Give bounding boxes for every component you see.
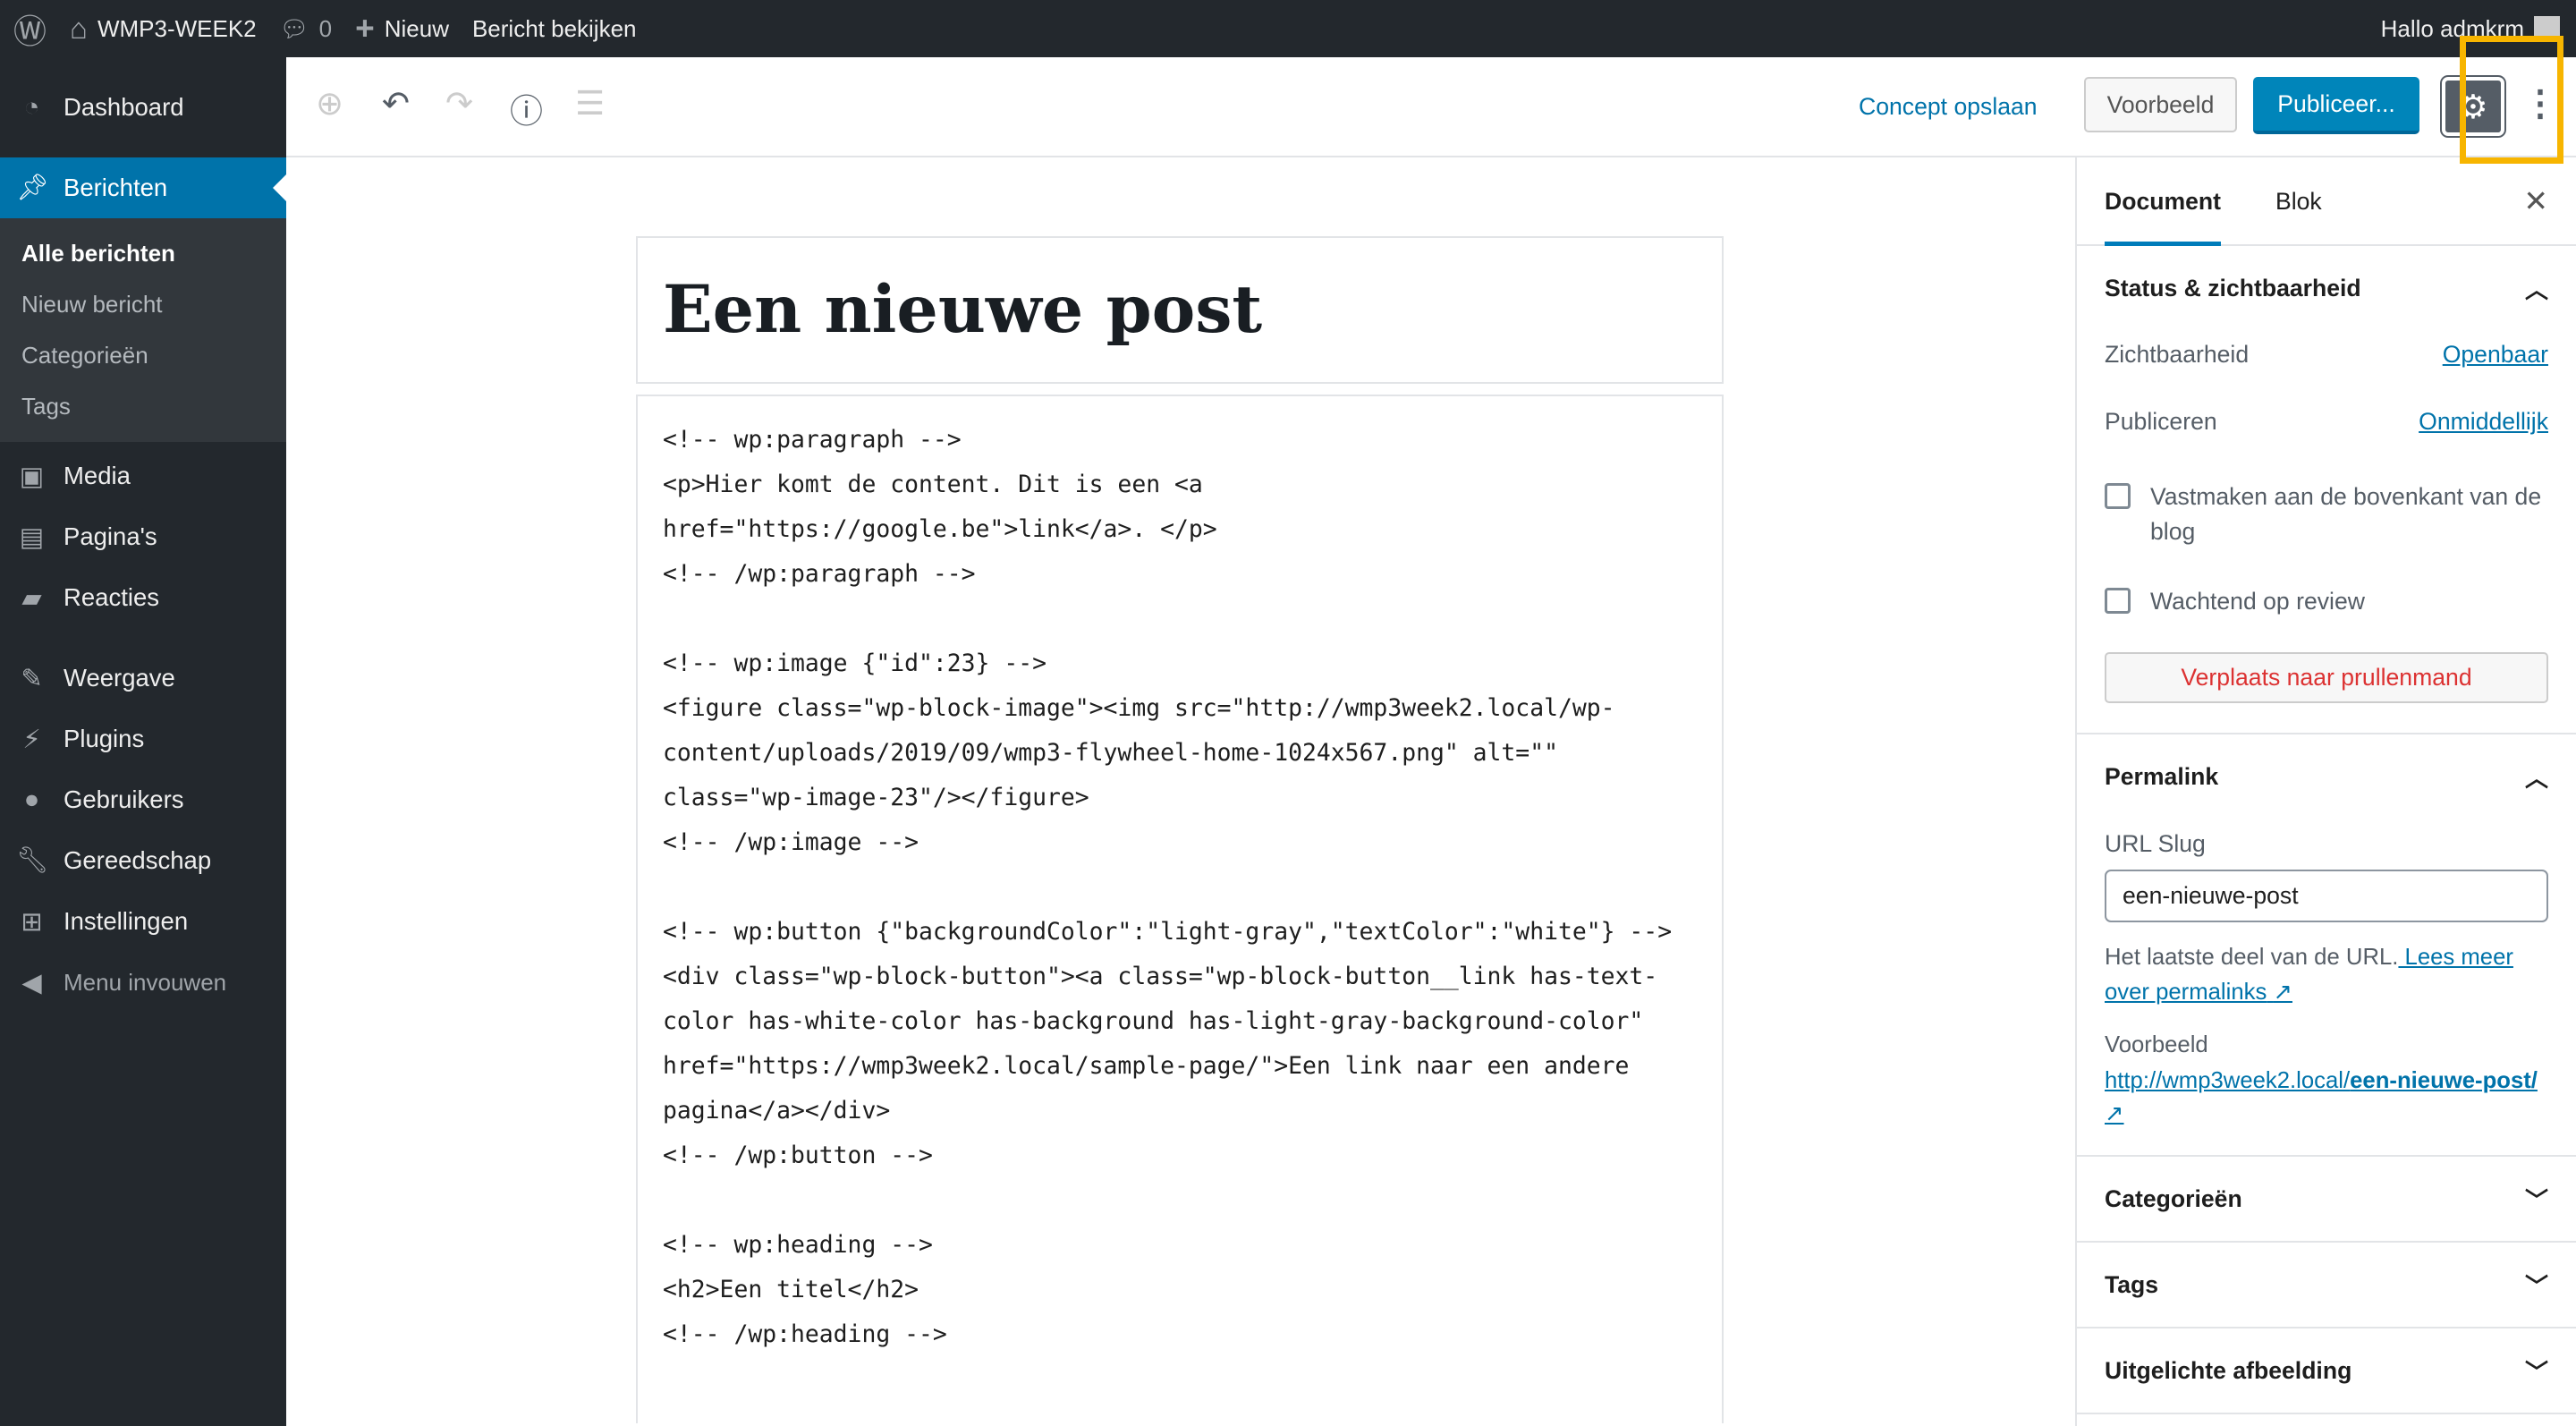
redo-icon[interactable]: ↷ (445, 84, 473, 123)
sidebar-item-plugins[interactable]: ⚡︎ Plugins (0, 709, 286, 769)
chevron-down-icon: ﹀ (2524, 1186, 2548, 1214)
sidebar-item-users[interactable]: ● Gebruikers (0, 769, 286, 830)
preview-url-label: Voorbeeld (2105, 1032, 2208, 1057)
sticky-label: Vastmaken aan de bovenkant van de blog (2150, 483, 2542, 545)
outline-icon[interactable]: ☰ (575, 84, 605, 123)
permalink-toggle[interactable]: Permalink ︿ (2077, 734, 2576, 819)
undo-icon[interactable]: ↶ (382, 84, 410, 123)
categories-section[interactable]: Categorieën ﹀ (2077, 1157, 2576, 1243)
user-icon: ● (23, 785, 40, 814)
submenu-categories[interactable]: Categorieën (0, 330, 286, 381)
site-link[interactable]: ⌂ WMP3-WEEK2 (70, 12, 257, 46)
sidebar-item-media[interactable]: ▣ Media (0, 446, 286, 506)
status-section: Status & zichtbaarheid ︿ Zichtbaarheid Ope… (2077, 246, 2576, 734)
highlight-box (2460, 36, 2563, 164)
collapse-icon: ◀ (21, 968, 42, 997)
new-link[interactable]: + Nieuw (355, 10, 449, 47)
permalink-section: Permalink ︿ URL Slug een-nieuwe-post Het … (2077, 734, 2576, 1157)
visibility-link[interactable]: Openbaar (2443, 341, 2548, 369)
publish-button[interactable]: Publiceer... (2253, 77, 2419, 134)
sidebar-item-berichten[interactable]: 📌︎ Berichten (0, 157, 286, 218)
submenu-new-post[interactable]: Nieuw bericht (0, 279, 286, 330)
tab-block[interactable]: Blok (2275, 157, 2322, 246)
status-toggle[interactable]: Status & zichtbaarheid ︿ (2077, 246, 2576, 330)
comment-icon: 💬︎ (279, 14, 309, 42)
brush-icon: ✎ (21, 664, 43, 693)
preview-url-link[interactable]: http://wmp3week2.local/een-nieuwe-post/ … (2105, 1068, 2538, 1126)
sidebar-collapse[interactable]: ◀ Menu invouwen (0, 952, 286, 1013)
add-block-icon[interactable]: ⊕ (316, 84, 343, 123)
external-link-icon: ↗ (2273, 980, 2292, 1005)
plus-icon: + (355, 10, 375, 47)
wrench-icon: 🔧︎ (16, 846, 49, 875)
sidebar-item-settings[interactable]: ⊞ Instellingen (0, 891, 286, 952)
post-title: Een nieuwe post (663, 271, 1263, 348)
code-editor[interactable]: <!-- wp:paragraph --> <p>Hier komt de co… (636, 395, 1724, 1423)
close-icon[interactable]: ✕ (2523, 183, 2548, 218)
home-icon: ⌂ (70, 12, 88, 45)
tab-document[interactable]: Document (2105, 157, 2222, 246)
sidebar-item-comments[interactable]: ▰ Reacties (0, 567, 286, 628)
sidebar-item-appearance[interactable]: ✎ Weergave (0, 648, 286, 709)
submenu: Alle berichten Nieuw bericht Categorieën… (0, 218, 286, 442)
editor-canvas: Een nieuwe post <!-- wp:paragraph --> <p… (286, 157, 2075, 1426)
tags-section[interactable]: Tags ﹀ (2077, 1243, 2576, 1328)
sidebar-item-dashboard[interactable]: ◔ Dashboard (0, 77, 286, 138)
editor-toolbar: ⊕ ↶ ↷ ⓘ ☰ Concept opslaan Voorbeeld Publ… (286, 57, 2576, 157)
publish-label: Publiceren (2105, 408, 2217, 435)
info-icon[interactable]: ⓘ (510, 84, 543, 132)
chevron-down-icon: ﹀ (2524, 1272, 2548, 1300)
featured-image-section[interactable]: Uitgelichte afbeelding ﹀ (2077, 1328, 2576, 1414)
submenu-tags[interactable]: Tags (0, 381, 286, 432)
submenu-all-posts[interactable]: Alle berichten (0, 228, 286, 279)
comments-link[interactable]: 💬︎ 0 (280, 15, 332, 43)
url-slug-label: URL Slug (2105, 830, 2206, 857)
preview-button[interactable]: Voorbeeld (2084, 77, 2237, 132)
chevron-down-icon: ﹀ (2524, 1358, 2548, 1386)
chevron-up-icon: ︿ (2524, 276, 2548, 303)
move-to-trash-button[interactable]: Verplaats naar prullenmand (2105, 652, 2548, 703)
plugin-icon: ⚡︎ (22, 725, 41, 754)
pending-review-label: Wachtend op review (2150, 588, 2365, 615)
view-post-link[interactable]: Bericht bekijken (472, 15, 637, 43)
media-icon: ▣ (19, 462, 45, 491)
save-draft-button[interactable]: Concept opslaan (1859, 93, 2038, 121)
sticky-checkbox[interactable] (2105, 483, 2131, 509)
sidebar-item-pages[interactable]: ▤ Pagina's (0, 506, 286, 567)
wordpress-logo-icon[interactable]: Ⓦ (13, 4, 47, 53)
pages-icon: ▤ (19, 522, 45, 552)
pin-icon: 📌︎ (16, 174, 49, 202)
dashboard-icon: ◔ (23, 92, 40, 122)
sidebar-tabs: Document Blok ✕ (2077, 157, 2576, 246)
pending-review-checkbox[interactable] (2105, 588, 2131, 614)
visibility-label: Zichtbaarheid (2105, 341, 2250, 368)
post-title-field[interactable]: Een nieuwe post (636, 236, 1724, 384)
external-link-icon: ↗ (2105, 1101, 2124, 1126)
publish-date-link[interactable]: Onmiddellijk (2419, 408, 2548, 436)
admin-sidebar: ◔ Dashboard 📌︎ Berichten Alle berichten Ni… (0, 57, 286, 1426)
admin-bar: Ⓦ ⌂ WMP3-WEEK2 💬︎ 0 + Nieuw Bericht bekijke… (0, 0, 2576, 57)
chevron-up-icon: ︿ (2524, 764, 2548, 792)
url-slug-input[interactable]: een-nieuwe-post (2105, 870, 2548, 922)
settings-sidebar: Document Blok ✕ Status & zichtbaarheid ︿ … (2075, 157, 2576, 1426)
sidebar-item-tools[interactable]: 🔧︎ Gereedschap (0, 830, 286, 891)
settings-icon: ⊞ (21, 907, 43, 937)
comment-icon: ▰ (21, 583, 42, 613)
